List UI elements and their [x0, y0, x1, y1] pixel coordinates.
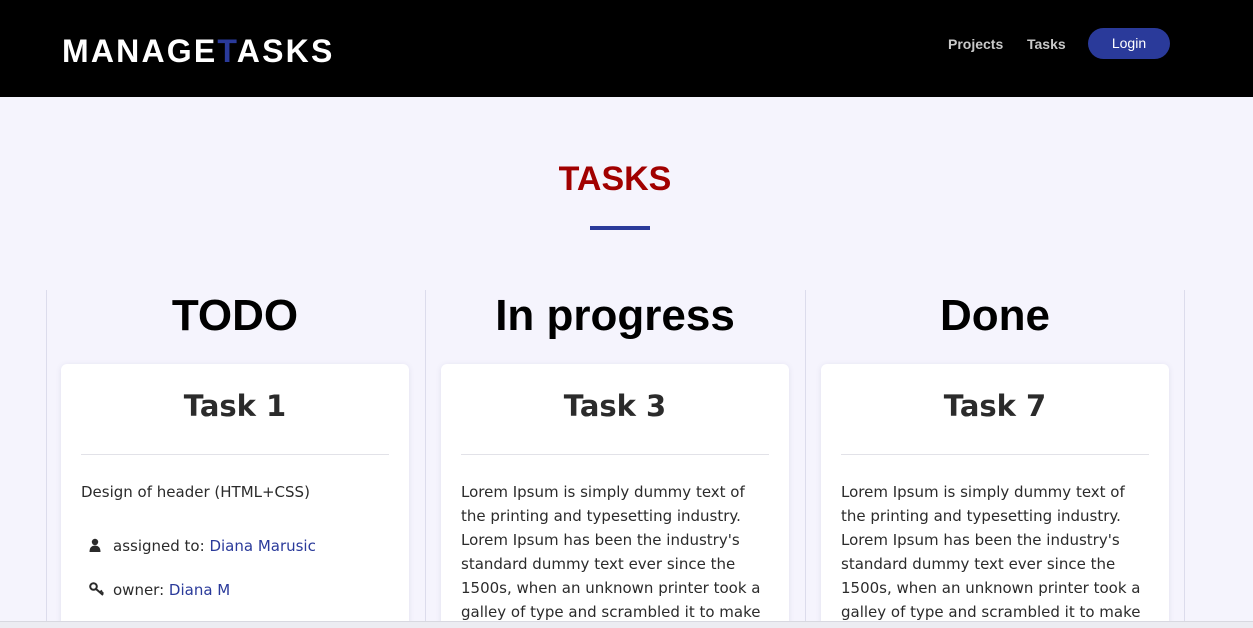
task-title: Task 1 — [183, 389, 287, 423]
logo-text-part2: ASKS — [236, 33, 335, 69]
assigned-user-link[interactable]: Diana Marusic — [209, 537, 315, 555]
card-divider — [841, 454, 1149, 455]
logo-accent-letter: T — [217, 33, 237, 69]
nav-tasks-link[interactable]: Tasks — [1027, 35, 1066, 53]
login-button[interactable]: Login — [1088, 28, 1170, 59]
task-title: Task 7 — [943, 389, 1047, 423]
nav-projects-link[interactable]: Projects — [948, 35, 1003, 53]
owner-row: owner: Diana M — [89, 580, 230, 601]
assigned-label: assigned to: — [113, 537, 205, 555]
user-icon — [89, 537, 107, 557]
page-title: TASKS — [558, 160, 672, 198]
site-logo[interactable]: MANAGETASKS — [62, 32, 335, 70]
task-card[interactable]: Task 1 Design of header (HTML+CSS) assig… — [61, 364, 409, 627]
key-icon — [89, 581, 107, 601]
task-description: Lorem Ipsum is simply dummy text of the … — [841, 483, 1141, 621]
owner-label: owner: — [113, 581, 165, 599]
card-divider — [81, 454, 389, 455]
card-divider — [461, 454, 769, 455]
top-navbar: MANAGETASKS Projects Tasks Login — [0, 0, 1253, 97]
assigned-row: assigned to: Diana Marusic — [89, 536, 316, 557]
task-title: Task 3 — [563, 389, 667, 423]
column-heading-done: Done — [940, 291, 1050, 340]
column-heading-todo: TODO — [171, 291, 299, 340]
logo-text-part1: MANAGE — [62, 33, 218, 69]
task-description: Design of header (HTML+CSS) — [81, 483, 310, 501]
task-card[interactable]: Task 7 Lorem Ipsum is simply dummy text … — [821, 364, 1169, 627]
owner-user-link[interactable]: Diana M — [169, 581, 230, 599]
task-description: Lorem Ipsum is simply dummy text of the … — [461, 483, 761, 621]
column-heading-in-progress: In progress — [495, 291, 735, 340]
title-underline — [590, 226, 650, 230]
task-card[interactable]: Task 3 Lorem Ipsum is simply dummy text … — [441, 364, 789, 627]
